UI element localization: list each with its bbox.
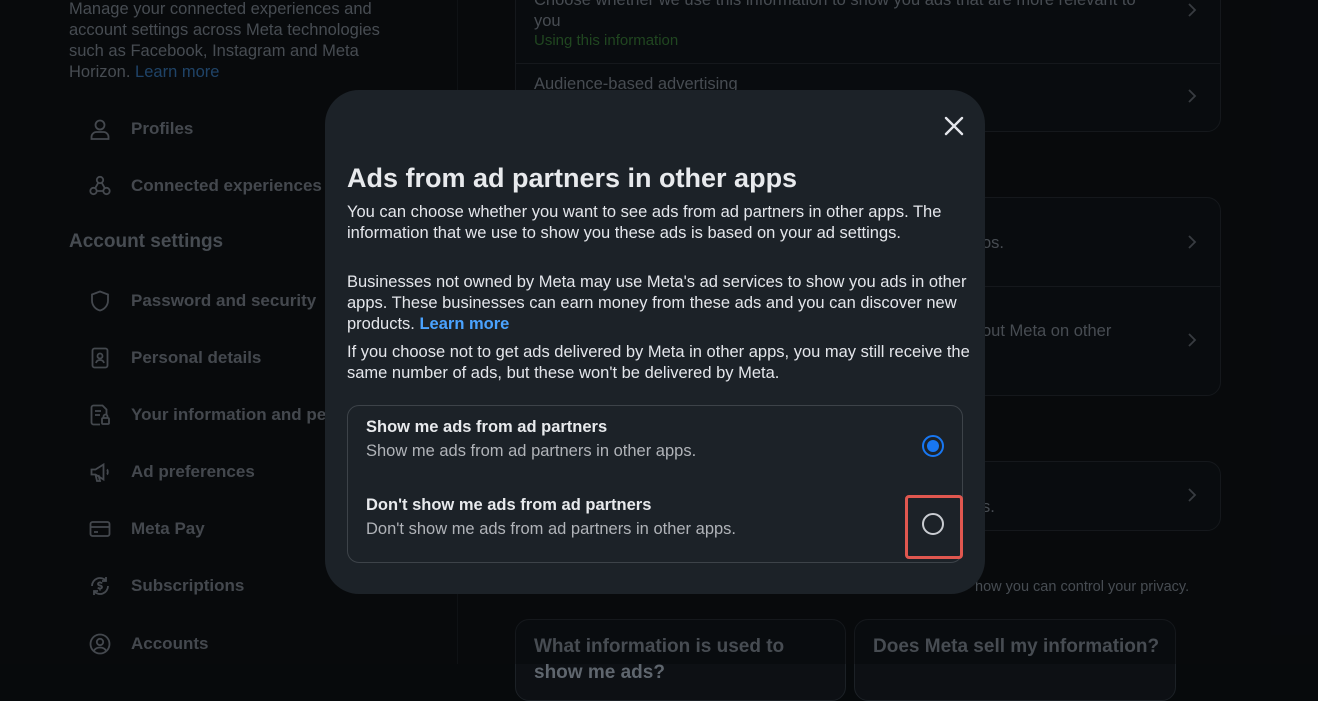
modal-paragraph-1: You can choose whether you want to see a… xyxy=(347,203,942,242)
option-description: Show me ads from ad partners in other ap… xyxy=(366,442,697,460)
learn-more-link[interactable]: Learn more xyxy=(419,315,509,333)
option-description: Don't show me ads from ad partners in ot… xyxy=(366,520,737,538)
ad-partner-options: Show me ads from ad partners Show me ads… xyxy=(347,405,963,563)
modal-paragraph-3: If you choose not to get ads delivered b… xyxy=(347,343,970,382)
option-dont-show-ads[interactable]: Don't show me ads from ad partners Don't… xyxy=(348,488,962,560)
highlight-box xyxy=(905,495,963,559)
close-button[interactable] xyxy=(937,111,971,145)
ad-partners-modal: Ads from ad partners in other apps You c… xyxy=(325,90,985,594)
option-title: Don't show me ads from ad partners xyxy=(366,496,652,514)
close-icon xyxy=(943,115,965,142)
modal-title: Ads from ad partners in other apps xyxy=(347,163,798,193)
modal-paragraph-2: Businesses not owned by Meta may use Met… xyxy=(347,272,972,335)
radio-show-ads[interactable] xyxy=(922,435,944,457)
option-show-ads[interactable]: Show me ads from ad partners Show me ads… xyxy=(348,410,962,482)
option-title: Show me ads from ad partners xyxy=(366,418,608,436)
